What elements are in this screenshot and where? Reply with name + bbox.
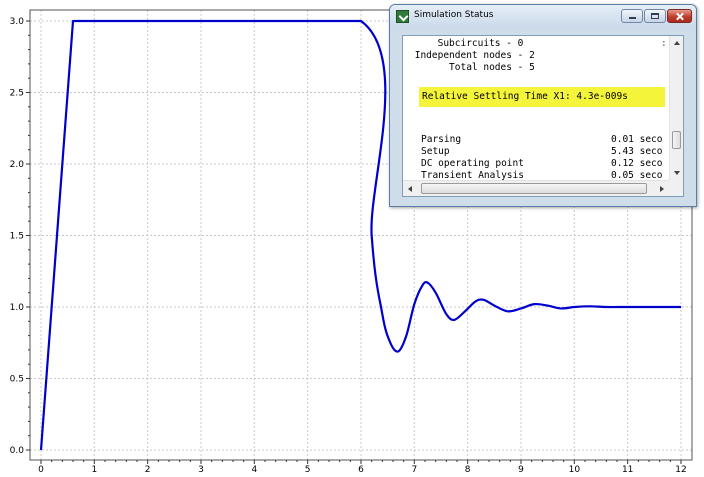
timing-value: 5.43 seco [611, 146, 663, 157]
x-tick-label: 1 [91, 465, 97, 475]
timing-value: 0.05 seco [611, 170, 663, 180]
x-tick-label: 12 [675, 465, 686, 475]
simulation-status-window[interactable]: Simulation Status Subcircuits - 0 Indepe… [389, 4, 697, 207]
x-tick-label: 5 [305, 465, 311, 475]
maximize-button[interactable] [644, 9, 666, 23]
x-tick-label: 6 [358, 465, 364, 475]
timing-label: Transient Analysis [421, 170, 524, 180]
x-tick-label: 4 [251, 465, 257, 475]
status-log[interactable]: Subcircuits - 0 Independent nodes - 2 To… [403, 36, 669, 180]
minimize-button[interactable] [621, 9, 643, 23]
y-tick-label: 1.0 [10, 303, 25, 313]
log-line: Subcircuits - 0 [409, 38, 524, 49]
y-tick-label: 0.5 [10, 375, 24, 385]
timing-label: Setup [421, 146, 450, 157]
scroll-right-arrow-icon[interactable] [660, 186, 664, 192]
y-tick-label: 2.0 [10, 160, 25, 170]
log-line: Total nodes - 5 [409, 62, 535, 73]
timing-value: 0.12 seco [611, 158, 663, 169]
y-tick-label: 0.0 [10, 446, 25, 456]
scroll-down-arrow-icon[interactable] [674, 171, 680, 175]
x-tick-label: 0 [38, 465, 44, 475]
settling-time-text: Relative Settling Time X1: 4.3e-009s [422, 91, 628, 102]
vertical-scrollbar[interactable] [669, 36, 683, 180]
x-tick-label: 10 [569, 465, 581, 475]
log-line: Independent nodes - 2 [409, 50, 535, 61]
status-text-panel[interactable]: Subcircuits - 0 Independent nodes - 2 To… [402, 35, 684, 197]
window-titlebar[interactable]: Simulation Status [390, 5, 696, 29]
vertical-scroll-thumb[interactable] [672, 131, 681, 149]
x-tick-label: 9 [518, 465, 524, 475]
close-button[interactable] [667, 9, 692, 23]
clipped-char: : [661, 38, 667, 49]
horizontal-scroll-thumb[interactable] [421, 183, 647, 194]
x-tick-label: 3 [198, 465, 204, 475]
horizontal-scrollbar[interactable] [403, 180, 669, 196]
window-title: Simulation Status [414, 10, 494, 20]
x-tick-label: 8 [465, 465, 471, 475]
x-tick-label: 11 [622, 465, 633, 475]
y-tick-label: 3.0 [10, 17, 25, 27]
x-tick-label: 2 [145, 465, 151, 475]
scroll-corner [669, 180, 683, 196]
timing-label: Parsing [421, 134, 462, 145]
y-tick-label: 1.5 [10, 232, 24, 242]
x-tick-label: 7 [411, 465, 417, 475]
y-tick-label: 2.5 [10, 89, 24, 99]
timing-label: DC operating point [421, 158, 524, 169]
timing-value: 0.01 seco [611, 134, 663, 145]
scroll-up-arrow-icon[interactable] [674, 41, 680, 45]
app-icon [396, 10, 409, 23]
scroll-left-arrow-icon[interactable] [408, 186, 412, 192]
